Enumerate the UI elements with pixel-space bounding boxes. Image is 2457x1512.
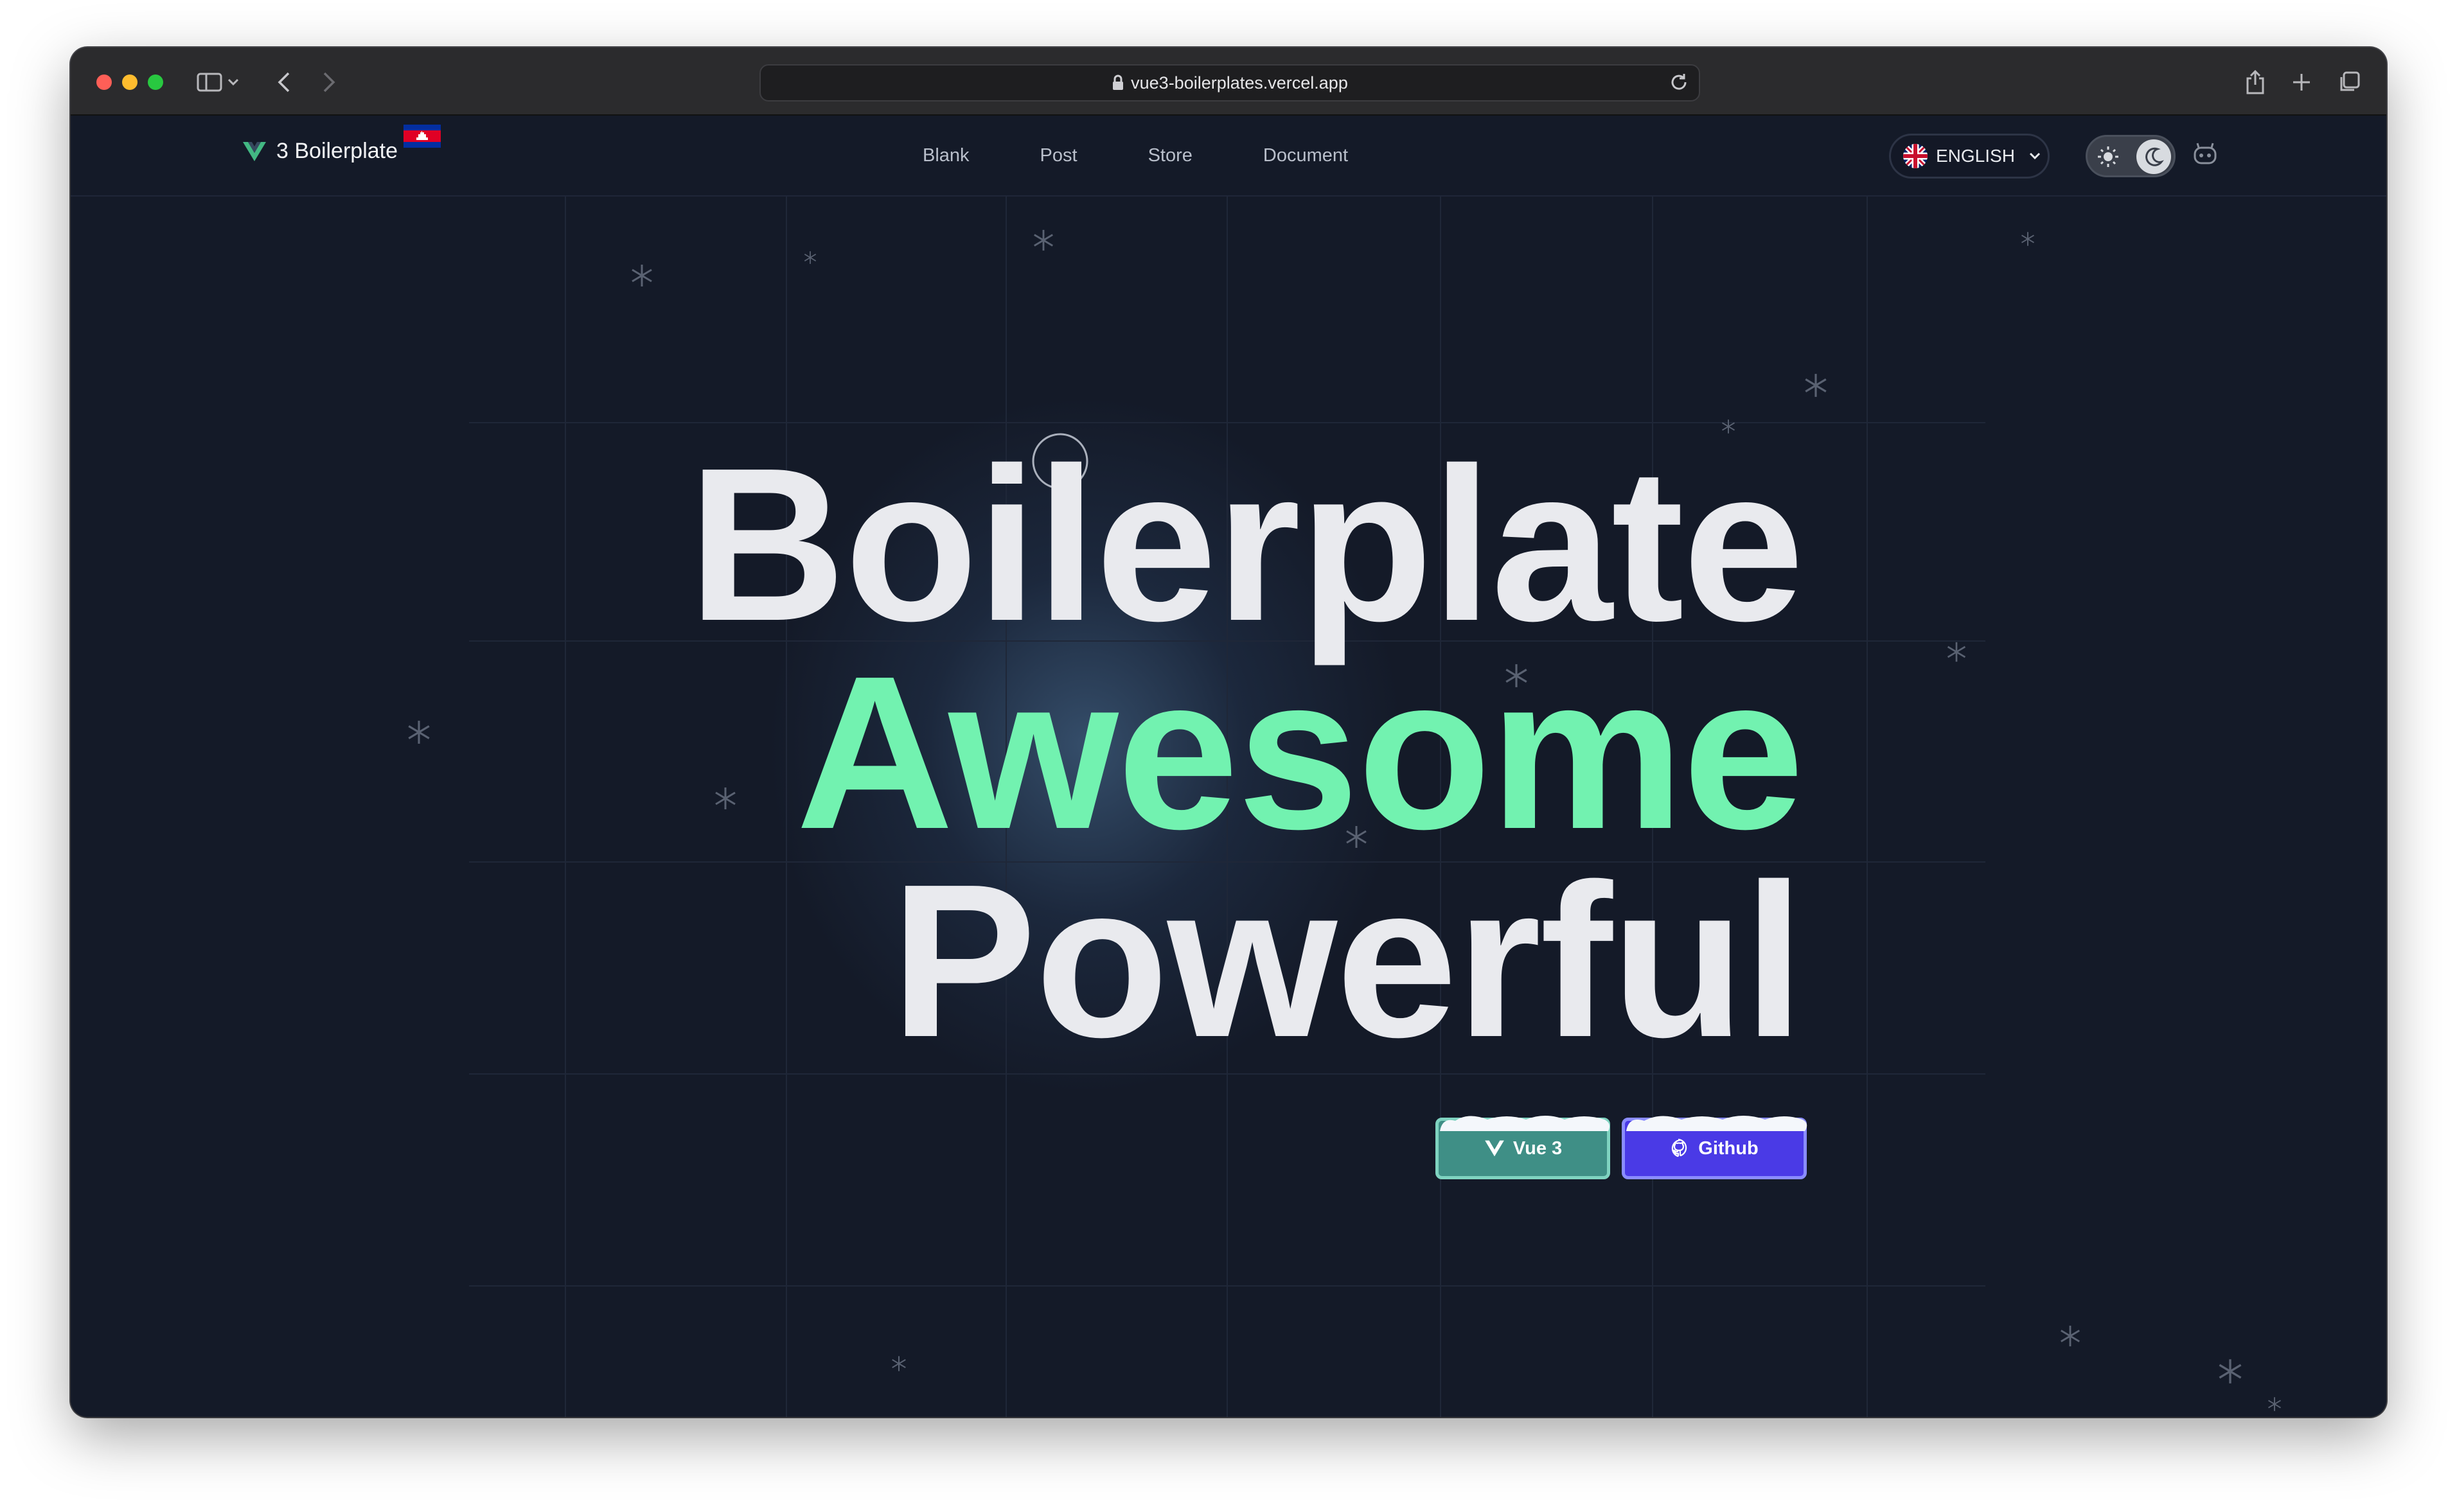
new-tab-icon[interactable] — [2285, 66, 2318, 99]
moon-icon — [2136, 139, 2171, 174]
bot-icon[interactable] — [2191, 140, 2219, 168]
nav-link-blank[interactable]: Blank — [923, 145, 970, 166]
theme-toggle[interactable] — [2086, 135, 2176, 177]
snowflake-icon — [1505, 664, 1527, 687]
cambodia-flag-icon[interactable] — [404, 125, 441, 148]
snow-decoration — [1440, 1116, 1610, 1131]
snowflake-icon — [1346, 826, 1367, 848]
browser-window: vue3-boilerplates.vercel.app 3 Boilerpla… — [71, 48, 2386, 1417]
snowflake-icon — [892, 1356, 906, 1371]
snowflake-icon — [632, 265, 652, 286]
snowflake-icon — [2219, 1359, 2242, 1384]
snowflake-icon — [1805, 374, 1827, 397]
minimize-window-button[interactable] — [122, 75, 137, 90]
url-text: vue3-boilerplates.vercel.app — [1131, 73, 1348, 92]
uk-flag-icon — [1903, 144, 1928, 168]
language-label: ENGLISH — [1936, 146, 2015, 166]
hero-line-awesome: Awesome — [795, 631, 1804, 875]
vue3-button[interactable]: Vue 3 — [1435, 1116, 1610, 1179]
sidebar-toggle-icon[interactable] — [193, 66, 226, 99]
snowflake-icon — [715, 787, 736, 809]
vue3-button-label: Vue 3 — [1512, 1138, 1563, 1159]
primary-nav: Blank Post Store Document — [923, 145, 1419, 166]
snowflake-icon — [2268, 1397, 2281, 1411]
github-button[interactable]: Github — [1622, 1116, 1807, 1179]
snowflake-icon — [2061, 1325, 2080, 1347]
hero-line-powerful: Powerful — [891, 839, 1804, 1083]
snowflake-icon — [2021, 232, 2034, 246]
chevron-down-icon[interactable] — [224, 66, 243, 99]
sun-icon — [2098, 146, 2118, 167]
snowflake-icon — [1722, 419, 1735, 434]
snowflake-icon — [408, 721, 430, 744]
language-select[interactable]: ENGLISH — [1889, 134, 2050, 179]
close-window-button[interactable] — [96, 75, 112, 90]
browser-toolbar: vue3-boilerplates.vercel.app — [71, 48, 2386, 116]
forward-arrow-icon[interactable] — [312, 66, 346, 99]
github-button-label: Github — [1698, 1138, 1759, 1159]
nav-link-store[interactable]: Store — [1148, 145, 1193, 166]
nav-link-document[interactable]: Document — [1263, 145, 1348, 166]
snowflake-icon — [1034, 229, 1053, 251]
web-page: 3 Boilerplate Blank Post Store Document — [71, 116, 2386, 1417]
tab-overview-icon[interactable] — [2332, 66, 2366, 99]
brand-link[interactable]: 3 Boilerplate — [242, 139, 398, 164]
github-icon — [1672, 1138, 1687, 1157]
brand-name: 3 Boilerplate — [276, 139, 398, 163]
lock-icon — [1113, 75, 1124, 90]
address-bar[interactable]: vue3-boilerplates.vercel.app — [759, 64, 1700, 101]
back-arrow-icon[interactable] — [267, 66, 301, 99]
share-icon[interactable] — [2239, 66, 2272, 99]
snow-decoration — [1626, 1116, 1807, 1131]
vue-logo-icon — [243, 141, 266, 161]
hero-line-boilerplate: Boilerplate — [687, 423, 1804, 667]
snowflake-icon — [804, 251, 817, 264]
top-navbar: 3 Boilerplate Blank Post Store Document — [71, 116, 2386, 197]
zoom-window-button[interactable] — [148, 75, 163, 90]
snowflake-icon — [1947, 642, 1966, 662]
chevron-down-icon — [2029, 152, 2040, 160]
nav-link-post[interactable]: Post — [1040, 145, 1078, 166]
reload-icon[interactable] — [1668, 71, 1690, 93]
vue-logo-icon — [1485, 1140, 1504, 1157]
